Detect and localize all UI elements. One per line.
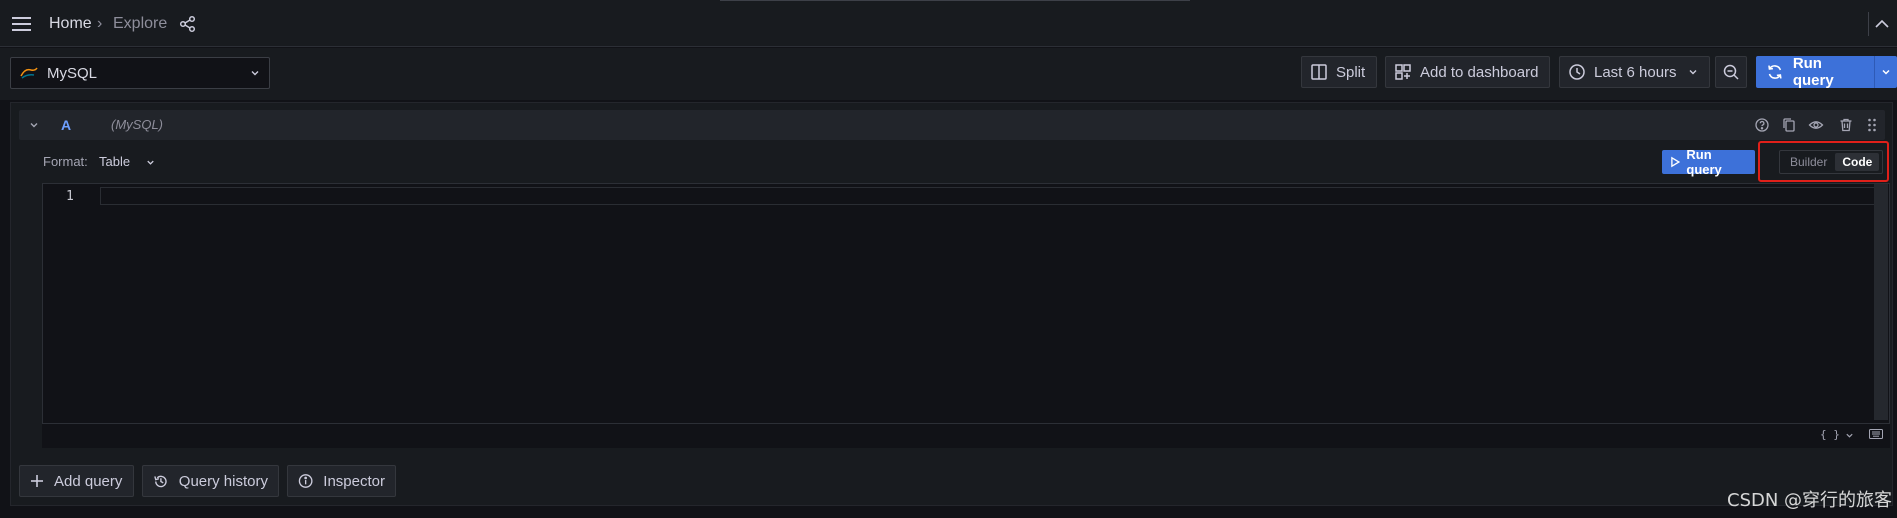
add-to-dashboard-label: Add to dashboard: [1420, 63, 1539, 81]
run-query-small-label: Run query: [1686, 147, 1722, 177]
help-icon[interactable]: [1754, 117, 1770, 133]
history-icon: [154, 475, 167, 487]
eye-icon[interactable]: [1808, 117, 1824, 133]
inspector-button[interactable]: Inspector: [287, 465, 396, 497]
top-nav-accent: [720, 0, 1190, 1]
duplicate-icon[interactable]: [1781, 117, 1797, 133]
refresh-icon: [1768, 65, 1782, 79]
play-icon: [1671, 156, 1681, 168]
run-query-small-button[interactable]: Run query: [1662, 147, 1755, 177]
run-query-label: Run query: [1792, 55, 1834, 89]
inspector-label: Inspector: [323, 472, 385, 490]
keyboard-icon[interactable]: [1869, 429, 1883, 439]
format-label: Format:: [43, 154, 88, 169]
query-row-header: [19, 110, 1885, 140]
share-icon[interactable]: [178, 14, 198, 34]
chevron-down-icon[interactable]: [145, 157, 156, 168]
breadcrumb-separator: ›: [97, 15, 103, 32]
time-range-picker[interactable]: Last 6 hours: [1559, 56, 1710, 88]
datasource-picker[interactable]: MySQL: [10, 57, 270, 89]
chevron-down-icon: [251, 71, 259, 76]
info-icon: [298, 474, 313, 488]
query-history-button[interactable]: Query history: [142, 465, 279, 497]
query-ref-id[interactable]: A: [61, 117, 71, 133]
editor-scrollbar[interactable]: [1874, 184, 1888, 420]
chevron-down-icon[interactable]: [28, 119, 40, 131]
plus-icon: [31, 475, 43, 487]
add-to-dashboard-button[interactable]: Add to dashboard: [1385, 56, 1550, 88]
watermark-text: CSDN @穿行的旅客: [1727, 490, 1893, 511]
chevron-down-icon: [1882, 69, 1890, 75]
sql-code-editor[interactable]: [42, 183, 1890, 448]
add-query-button[interactable]: Add query: [19, 465, 134, 497]
format-select[interactable]: Table: [99, 154, 130, 169]
dashboard-grid-icon: [1395, 64, 1411, 80]
breadcrumb-current: Explore: [113, 15, 168, 32]
clock-icon: [1569, 64, 1585, 80]
run-query-button[interactable]: Run query: [1756, 55, 1897, 89]
drag-handle-icon[interactable]: [1864, 117, 1880, 133]
chevron-down-icon: [1689, 70, 1697, 75]
query-datasource-hint: (MySQL): [111, 117, 163, 132]
add-query-label: Add query: [54, 472, 123, 490]
split-label: Split: [1336, 63, 1366, 81]
split-button[interactable]: Split: [1301, 56, 1377, 88]
menu-icon[interactable]: [10, 13, 34, 35]
line-number: 1: [66, 189, 74, 204]
format-query-button[interactable]: { }: [1820, 428, 1840, 441]
trash-icon[interactable]: [1838, 117, 1854, 133]
editor-footer: [42, 423, 1890, 448]
zoom-out-button[interactable]: [1715, 56, 1747, 88]
top-nav-bar: [0, 0, 1897, 47]
time-range-label: Last 6 hours: [1594, 63, 1677, 81]
nav-divider: [1868, 12, 1869, 36]
split-icon: [1311, 64, 1327, 80]
chevron-up-icon[interactable]: [1872, 16, 1892, 32]
query-history-label: Query history: [178, 472, 268, 490]
explore-page: Home › Explore MySQL Split Add to dashbo…: [0, 0, 1897, 518]
datasource-name: MySQL: [47, 64, 98, 82]
breadcrumb-home[interactable]: Home: [49, 15, 92, 33]
mode-code-option[interactable]: Code: [1835, 153, 1880, 171]
mode-builder-option[interactable]: Builder: [1782, 153, 1835, 171]
current-line-highlight[interactable]: [100, 187, 1877, 205]
zoom-out-icon: [1723, 64, 1739, 80]
run-query-options[interactable]: [1875, 56, 1897, 88]
mysql-logo-icon: [20, 67, 38, 79]
editor-mode-toggle: Builder Code: [1779, 150, 1883, 174]
chevron-down-icon[interactable]: [1845, 431, 1854, 440]
